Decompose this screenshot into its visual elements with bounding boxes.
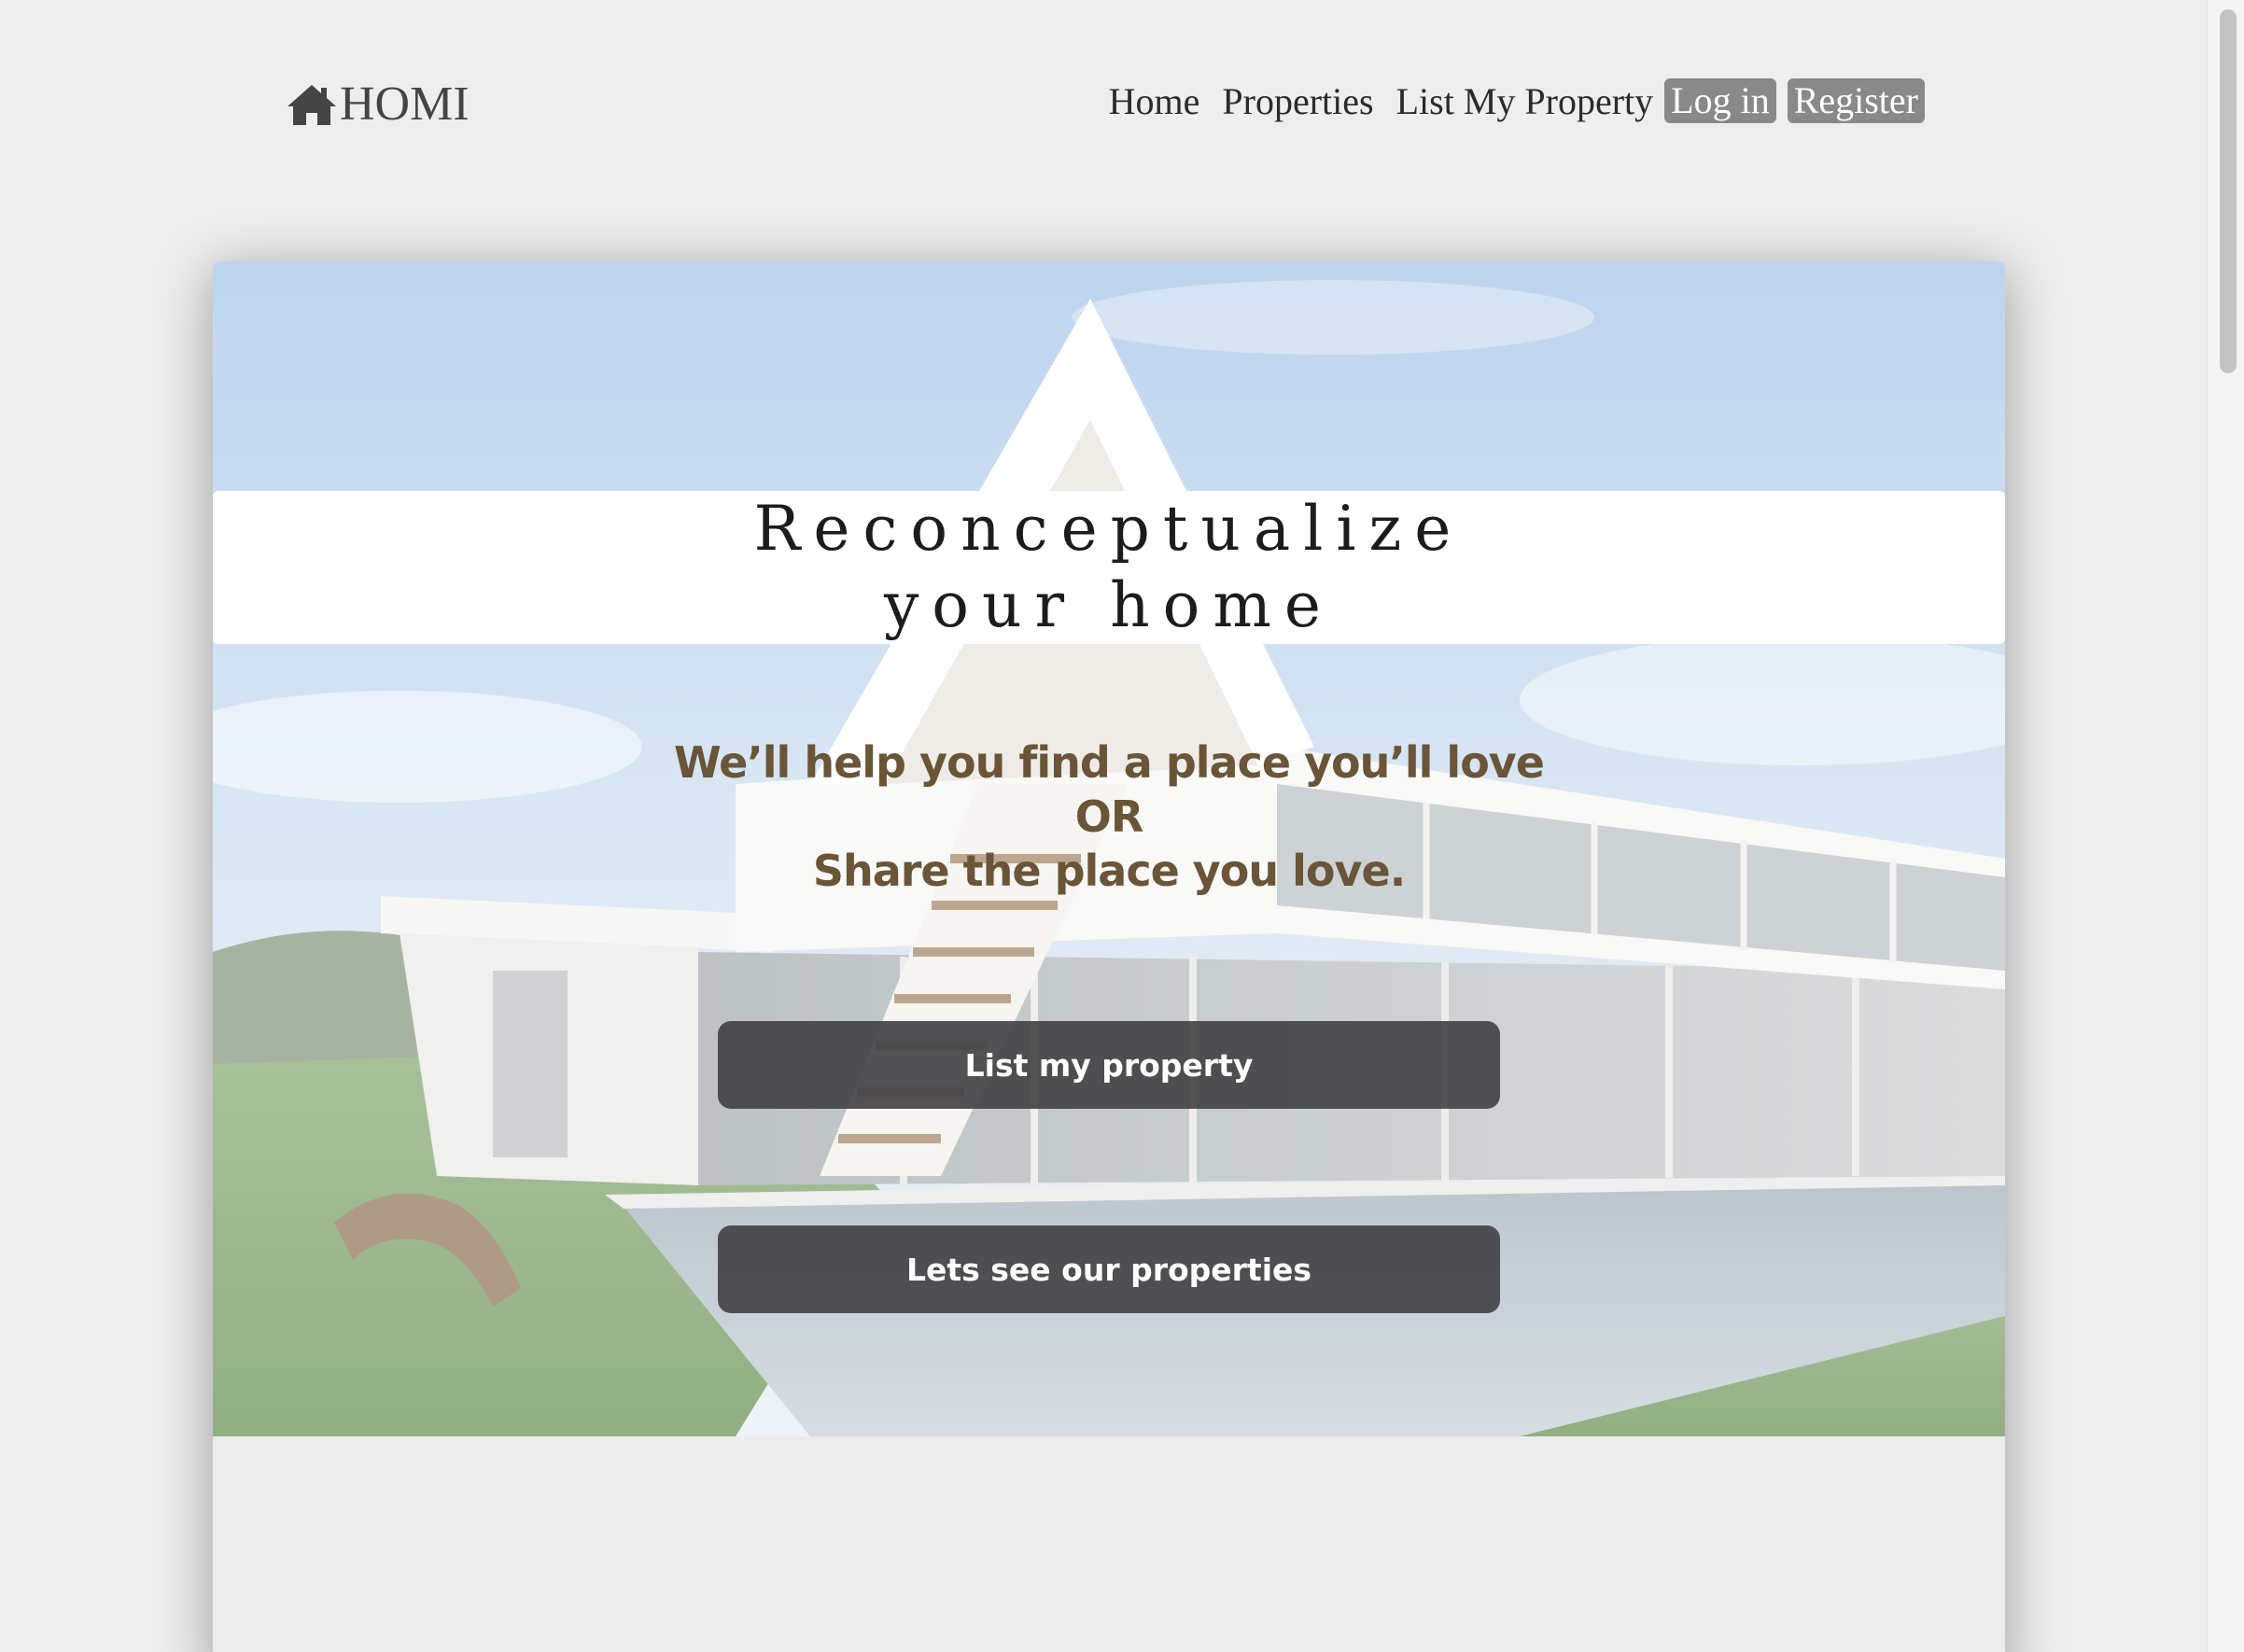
tagline-line-3: Share the place you love. bbox=[812, 846, 1406, 896]
hero-title-line-2: your home bbox=[884, 569, 1334, 641]
hero-title-line-1: Reconceptualize bbox=[753, 493, 1465, 565]
nav-list-property-link[interactable]: List My Property bbox=[1396, 79, 1654, 123]
brand-logo[interactable]: HOMI bbox=[286, 77, 470, 132]
scrollbar-thumb[interactable] bbox=[2220, 9, 2237, 373]
hero-section: Reconceptualize your home We’ll help you… bbox=[213, 261, 2005, 1436]
nav-home-link[interactable]: Home bbox=[1109, 79, 1200, 123]
hero-tagline: We’ll help you find a place you’ll love … bbox=[213, 735, 2005, 898]
brand-name: HOMI bbox=[340, 77, 470, 131]
house-icon bbox=[286, 82, 338, 127]
hero-title-band: Reconceptualize your home bbox=[213, 491, 2005, 644]
main-card: Reconceptualize your home We’ll help you… bbox=[213, 261, 2005, 1652]
page-scrollbar[interactable] bbox=[2207, 0, 2244, 1652]
see-properties-button[interactable]: Lets see our properties bbox=[718, 1225, 1500, 1313]
register-button[interactable]: Register bbox=[1787, 78, 1925, 123]
login-button[interactable]: Log in bbox=[1664, 78, 1776, 123]
nav-properties-link[interactable]: Properties bbox=[1222, 79, 1373, 123]
tagline-line-2: OR bbox=[1074, 791, 1144, 842]
main-nav: Home Properties List My Property Log in … bbox=[1109, 78, 1925, 123]
tagline-line-1: We’ll help you find a place you’ll love bbox=[674, 737, 1545, 788]
list-property-button[interactable]: List my property bbox=[718, 1021, 1500, 1109]
